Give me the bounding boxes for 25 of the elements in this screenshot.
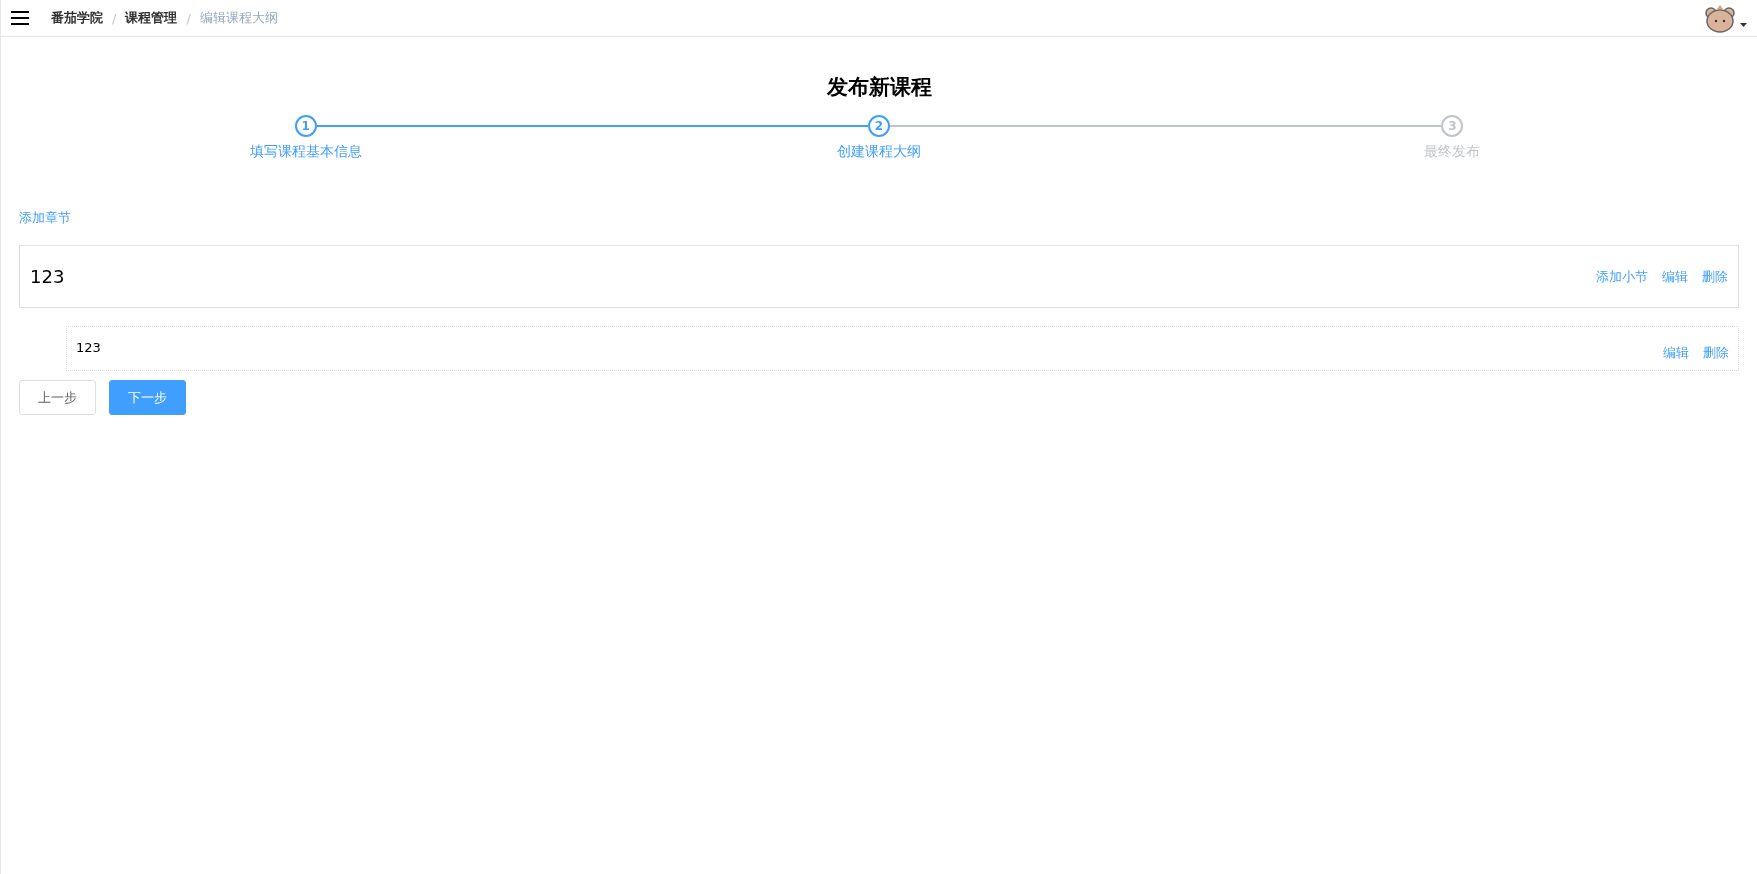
menu-icon[interactable] bbox=[11, 11, 29, 25]
previous-step-button[interactable]: 上一步 bbox=[19, 380, 96, 415]
chapter-action-link[interactable]: 编辑 bbox=[1662, 267, 1688, 286]
bear-avatar-icon[interactable] bbox=[1704, 3, 1736, 33]
step-label: 最终发布 bbox=[1424, 143, 1481, 161]
breadcrumb-item[interactable]: 番茄学院 bbox=[51, 9, 103, 27]
section-title: 123 bbox=[76, 340, 101, 357]
breadcrumb-separator: / bbox=[112, 10, 117, 26]
caret-icon[interactable] bbox=[1740, 23, 1747, 27]
chapter-action-link[interactable]: 删除 bbox=[1702, 267, 1728, 286]
step-label: 创建课程大纲 bbox=[837, 143, 921, 161]
next-step-button[interactable]: 下一步 bbox=[109, 380, 186, 415]
step-number: 3 bbox=[1441, 115, 1464, 137]
section-action-link[interactable]: 删除 bbox=[1703, 344, 1729, 362]
step-number: 2 bbox=[868, 115, 890, 137]
chapter-title: 123 bbox=[30, 266, 66, 287]
chapter-action-link[interactable]: 添加小节 bbox=[1596, 267, 1648, 286]
breadcrumb-item: 编辑课程大纲 bbox=[199, 9, 278, 27]
section-action-link[interactable]: 编辑 bbox=[1663, 344, 1689, 362]
page-title: 发布新课程 bbox=[825, 74, 933, 101]
add-chapter-link[interactable]: 添加章节 bbox=[19, 209, 71, 227]
step-number: 1 bbox=[294, 115, 317, 137]
breadcrumb-item[interactable]: 课程管理 bbox=[125, 9, 178, 27]
step-label: 填写课程基本信息 bbox=[249, 143, 362, 161]
breadcrumb-separator: / bbox=[186, 10, 191, 26]
